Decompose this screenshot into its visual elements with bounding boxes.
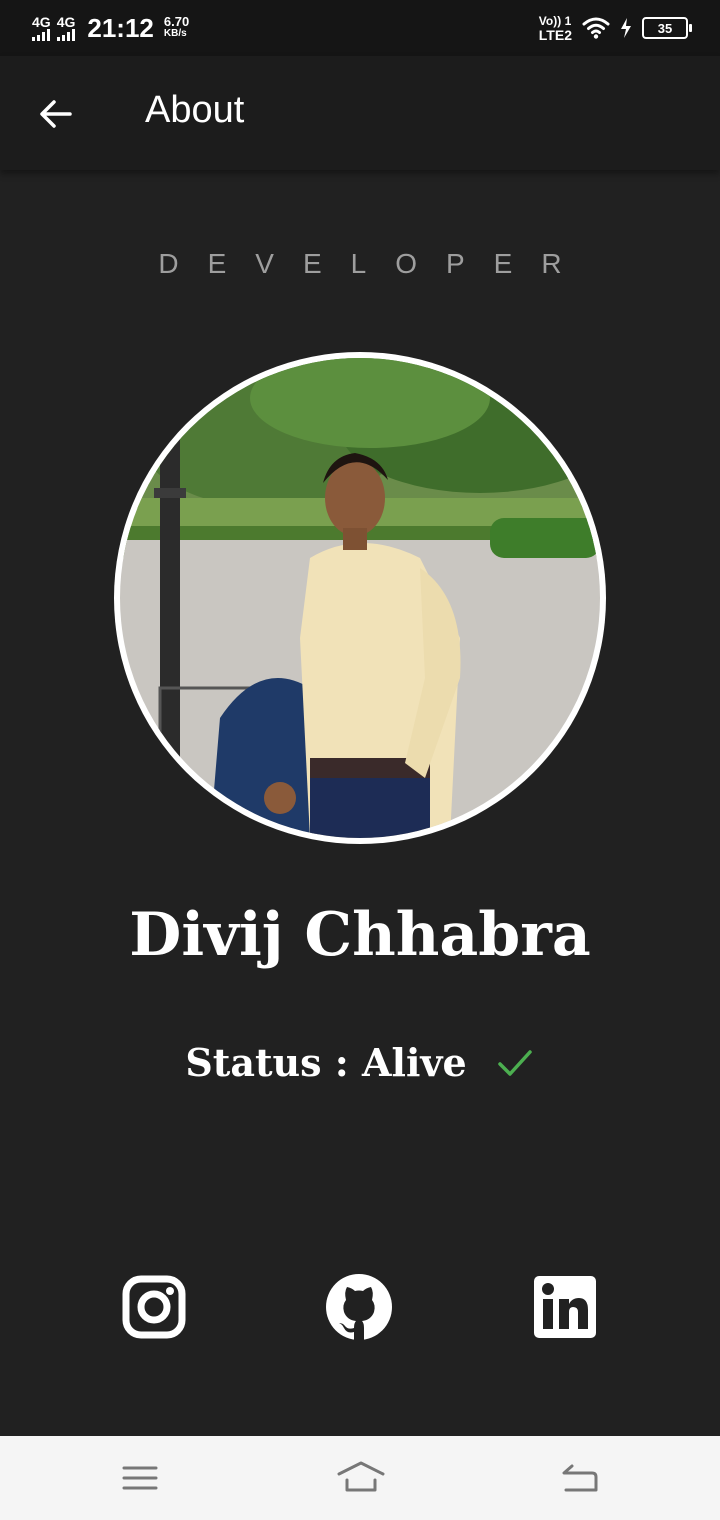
system-nav-bar [0, 1436, 720, 1520]
network-indicator-1: 4G [32, 15, 51, 41]
volte-indicator: Vo)) 1 LTE2 [539, 14, 572, 42]
social-links [0, 1274, 720, 1340]
linkedin-icon[interactable] [532, 1274, 598, 1340]
status-text: Status : Alive [185, 1040, 467, 1085]
role-label: DEVELOPER [158, 248, 591, 279]
wifi-icon [582, 17, 610, 39]
network-label: 4G [56, 14, 76, 30]
status-right: Vo)) 1 LTE2 35 [539, 0, 692, 56]
network-speed: 6.70 KB/s [163, 14, 190, 40]
battery-level: 35 [657, 20, 673, 36]
profile-photo [120, 358, 600, 838]
github-icon[interactable] [326, 1274, 392, 1340]
app-bar: About [0, 56, 720, 170]
charging-bolt-icon [621, 18, 631, 38]
network-label: 4G [32, 14, 51, 30]
arrow-left-icon[interactable] [36, 94, 76, 134]
clock: 21:12 [87, 12, 154, 43]
network-indicator-2: 4G [56, 14, 76, 41]
battery-indicator: 35 [642, 17, 692, 39]
developer-name: Divij Chhabra [129, 900, 591, 970]
status-bar: 4G 4G 21:12 6.70 KB/s Vo)) 1 LTE2 35 [0, 0, 720, 56]
page-title: About [145, 89, 245, 131]
lte-label: LTE2 [538, 27, 572, 43]
volte-label: Vo)) 1 [538, 14, 572, 28]
home-icon[interactable] [337, 1458, 385, 1498]
menu-icon[interactable] [118, 1458, 162, 1498]
instagram-icon[interactable] [121, 1274, 187, 1340]
signal-bars-icon [32, 29, 50, 41]
check-icon [497, 1049, 532, 1076]
speed-value: 6.70 [163, 14, 190, 29]
avatar [114, 352, 606, 844]
signal-bars-icon [56, 29, 75, 41]
return-icon[interactable] [558, 1458, 602, 1498]
speed-unit: KB/s [163, 28, 187, 39]
status-line: Status : Alive [0, 1040, 720, 1085]
status-left: 4G 4G 21:12 6.70 KB/s [0, 13, 189, 44]
